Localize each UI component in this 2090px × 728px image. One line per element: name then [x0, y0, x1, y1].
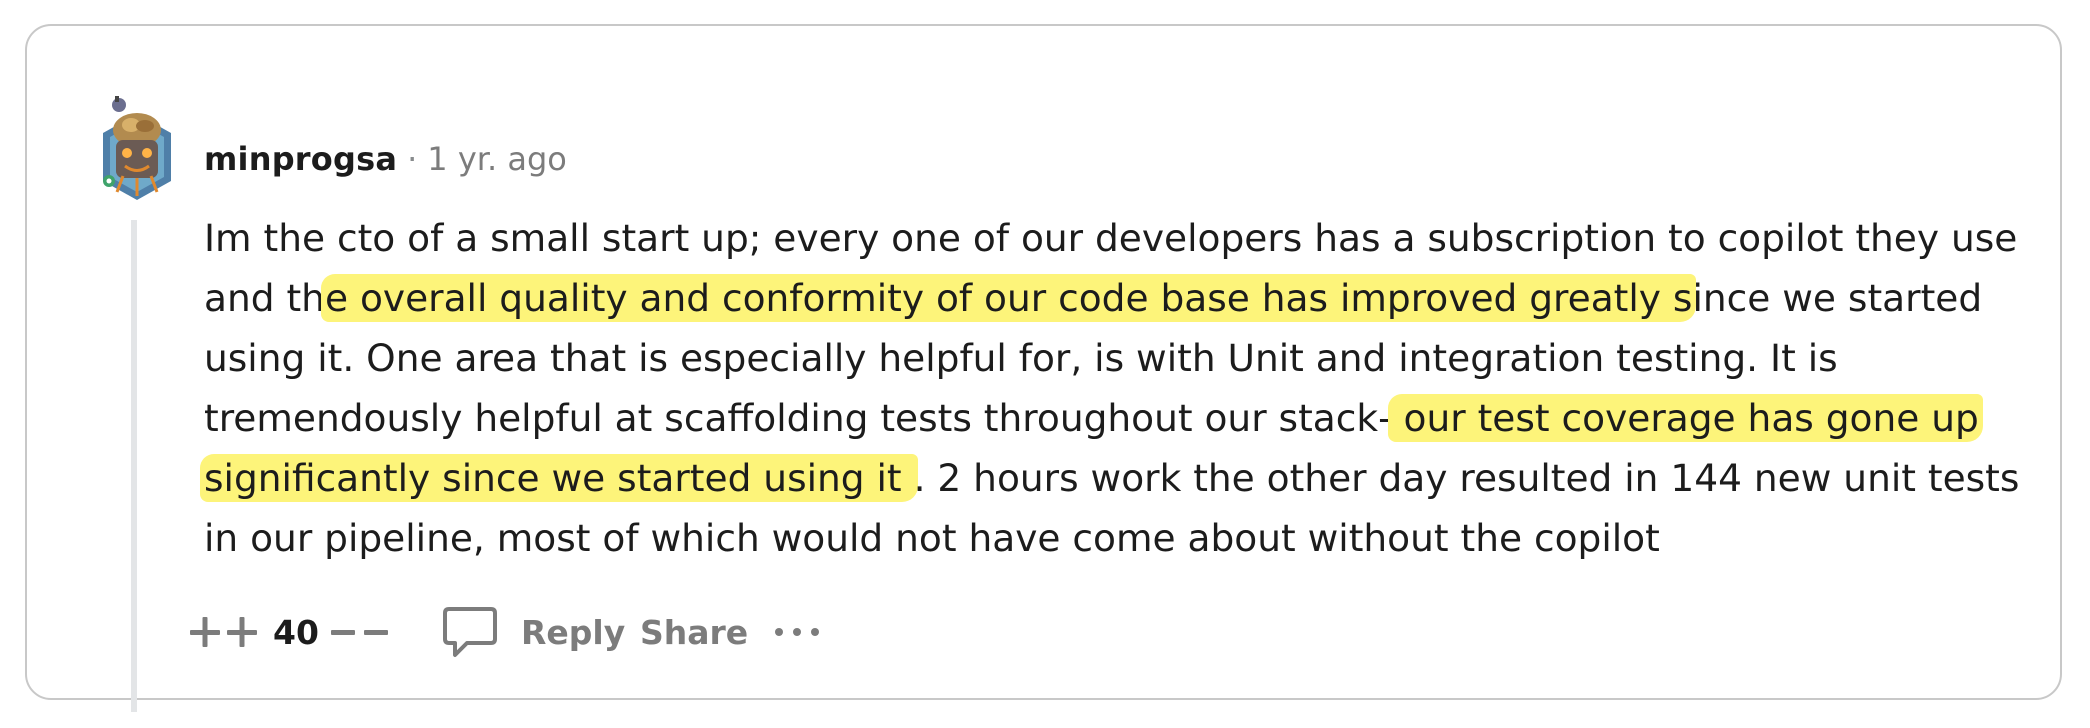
downvote-button[interactable] [331, 602, 391, 662]
comment-card: minprogsa · 1 yr. ago Im the cto of a smal… [25, 24, 2062, 712]
separator-dot: · [407, 140, 418, 178]
comment-body: Im the cto of a small start up; every on… [200, 208, 2024, 568]
ellipsis-icon [775, 628, 819, 636]
user-avatar[interactable] [97, 92, 177, 200]
comment-header: minprogsa · 1 yr. ago [204, 139, 567, 179]
speech-bubble-icon [443, 607, 497, 657]
downvote-icon [331, 630, 388, 635]
thread-line[interactable] [131, 220, 137, 712]
share-button[interactable]: Share [640, 602, 748, 662]
reply-button[interactable]: Reply [441, 602, 625, 662]
robot-avatar-icon [103, 96, 171, 200]
timestamp[interactable]: 1 yr. ago [427, 140, 567, 178]
share-label: Share [640, 612, 749, 652]
username[interactable]: minprogsa [204, 140, 397, 178]
upvote-icon [190, 617, 257, 647]
vote-count: 40 [273, 602, 319, 662]
highlighted-text: e overall quality and conformity of our … [320, 274, 1697, 322]
vote-count-label: 40 [273, 612, 319, 652]
more-options-button[interactable] [773, 602, 823, 662]
reply-label: Reply [521, 612, 626, 652]
upvote-button[interactable] [190, 602, 262, 662]
